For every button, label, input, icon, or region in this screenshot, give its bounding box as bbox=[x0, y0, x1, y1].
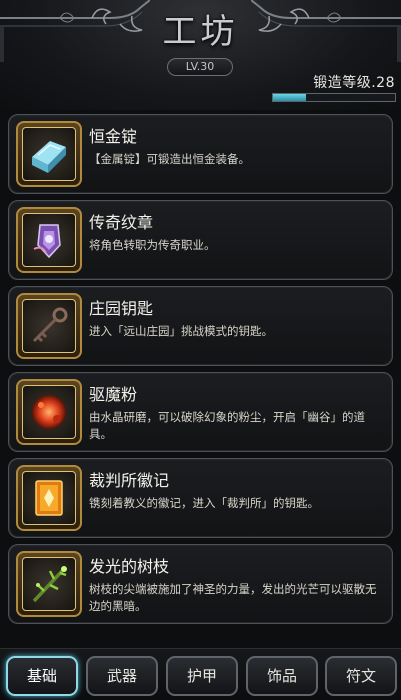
item-slot bbox=[16, 551, 82, 617]
tab-weapon[interactable]: 武器 bbox=[86, 656, 158, 696]
level-badge: LV.30 bbox=[167, 58, 233, 76]
key-icon bbox=[32, 307, 68, 343]
forge-progress-fill bbox=[273, 94, 306, 101]
item-name: 裁判所徽记 bbox=[89, 471, 170, 490]
legend-emblem-icon bbox=[33, 224, 61, 259]
forge-level-label: 锻造等级.28 bbox=[313, 75, 395, 91]
tab-accessory[interactable]: 饰品 bbox=[246, 656, 318, 696]
list-item-emblem[interactable]: 传奇纹章 将角色转职为传奇职业。 bbox=[8, 200, 393, 280]
title-plate: 工坊 bbox=[150, 4, 251, 60]
item-desc: 进入「远山庄园」挑战模式的钥匙。 bbox=[89, 324, 273, 338]
list-item-branch[interactable]: 发光的树枝 树枝的尖端被施加了神圣的力量，发出的光芒可以驱散无边的黑暗。 bbox=[8, 544, 393, 624]
page-title: 工坊 bbox=[162, 12, 239, 52]
powder-icon bbox=[32, 395, 66, 429]
item-desc: 【金属锭】可锻造出恒金装备。 bbox=[89, 152, 250, 166]
item-slot bbox=[16, 379, 82, 445]
forge-progress-bar bbox=[272, 93, 396, 102]
item-slot bbox=[16, 465, 82, 531]
item-name: 传奇纹章 bbox=[89, 213, 154, 232]
item-name: 恒金锭 bbox=[89, 127, 138, 146]
item-name: 庄园钥匙 bbox=[89, 299, 154, 318]
list-item-ingot[interactable]: 恒金锭 【金属锭】可锻造出恒金装备。 bbox=[8, 114, 393, 194]
item-name: 发光的树枝 bbox=[89, 557, 170, 576]
item-slot bbox=[16, 121, 82, 187]
badge-icon bbox=[35, 480, 63, 516]
item-name: 驱魔粉 bbox=[89, 385, 138, 404]
list-item-key[interactable]: 庄园钥匙 进入「远山庄园」挑战模式的钥匙。 bbox=[8, 286, 393, 366]
item-slot bbox=[16, 293, 82, 359]
item-desc: 将角色转职为传奇职业。 bbox=[89, 238, 216, 252]
branch-icon bbox=[32, 566, 67, 603]
list-item-powder[interactable]: 驱魔粉 由水晶研磨，可以破除幻象的粉尘，开启「幽谷」的道具。 bbox=[8, 372, 393, 452]
tab-basic[interactable]: 基础 bbox=[6, 656, 78, 696]
item-list: 恒金锭 【金属锭】可锻造出恒金装备。 传奇纹章 将角色转职为传奇职业。 庄园钥匙… bbox=[8, 114, 393, 630]
item-desc: 由水晶研磨，可以破除幻象的粉尘，开启「幽谷」的道具。 bbox=[89, 410, 365, 441]
header: 工坊 LV.30 锻造等级.28 bbox=[0, 0, 401, 110]
item-desc: 镌刻着教义的徽记，进入「裁判所」的钥匙。 bbox=[89, 496, 319, 510]
tab-armor[interactable]: 护甲 bbox=[166, 656, 238, 696]
ornament-right bbox=[251, 0, 401, 62]
ornament-left bbox=[0, 0, 150, 62]
item-slot bbox=[16, 207, 82, 273]
tab-rune[interactable]: 符文 bbox=[325, 656, 397, 696]
metal-ingot-icon bbox=[32, 141, 66, 173]
list-item-badge[interactable]: 裁判所徽记 镌刻着教义的徽记，进入「裁判所」的钥匙。 bbox=[8, 458, 393, 538]
item-desc: 树枝的尖端被施加了神圣的力量，发出的光芒可以驱散无边的黑暗。 bbox=[89, 582, 377, 613]
